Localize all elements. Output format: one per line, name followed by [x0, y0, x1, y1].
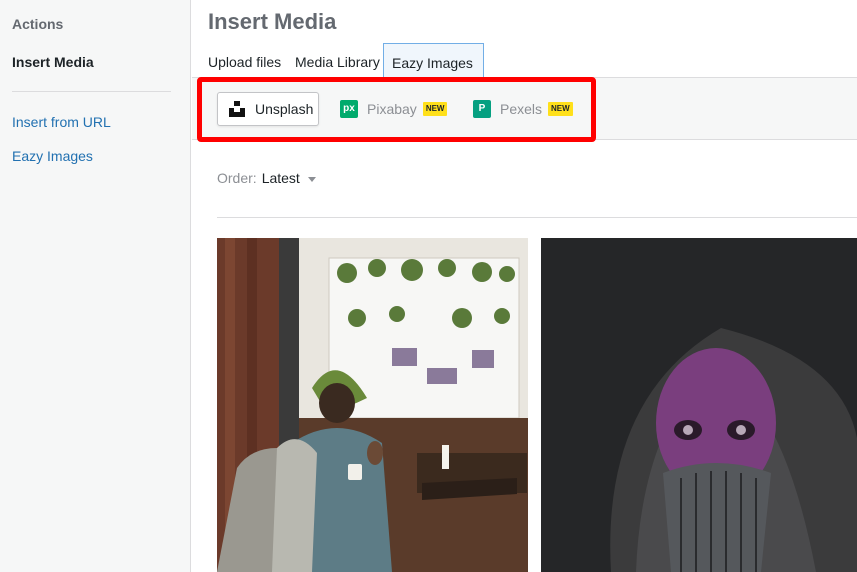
order-divider: [217, 217, 857, 218]
provider-unsplash-label: Unsplash: [255, 101, 314, 117]
order-control[interactable]: Order: Latest: [217, 170, 316, 186]
provider-bar: Unsplash px Pixabay NEW P Pexels NEW: [192, 77, 857, 142]
tab-upload-files[interactable]: Upload files: [200, 43, 289, 78]
pexels-icon: P: [473, 100, 491, 118]
new-badge: NEW: [422, 102, 448, 116]
chevron-down-icon[interactable]: [307, 176, 316, 182]
provider-unsplash-button[interactable]: Unsplash: [217, 92, 319, 126]
provider-pixabay-label: Pixabay: [367, 101, 417, 117]
provider-pexels-label: Pexels: [500, 101, 543, 117]
main-panel: Insert Media Upload files Media Library …: [192, 0, 857, 572]
new-badge: NEW: [548, 102, 573, 116]
sidebar-item-insert-media[interactable]: Insert Media: [12, 54, 94, 70]
sidebar-item-insert-from-url[interactable]: Insert from URL: [12, 114, 111, 130]
order-label: Order:: [217, 170, 257, 186]
image-tile-2[interactable]: [541, 238, 857, 572]
pixabay-icon: px: [340, 100, 358, 118]
tab-eazy-images[interactable]: Eazy Images: [383, 43, 484, 78]
sidebar: Actions Insert Media Insert from URL Eaz…: [0, 0, 191, 572]
unsplash-icon: [228, 100, 246, 118]
sidebar-item-eazy-images[interactable]: Eazy Images: [12, 148, 93, 164]
order-value[interactable]: Latest: [262, 170, 300, 186]
tab-media-library[interactable]: Media Library: [287, 43, 388, 78]
provider-pexels-button[interactable]: P Pexels NEW: [473, 92, 573, 126]
page-title: Insert Media: [208, 9, 337, 34]
sidebar-heading: Actions: [12, 16, 64, 32]
sidebar-separator: [12, 91, 171, 92]
image-tile-1[interactable]: [217, 238, 528, 572]
provider-pixabay-button[interactable]: px Pixabay NEW: [340, 92, 448, 126]
